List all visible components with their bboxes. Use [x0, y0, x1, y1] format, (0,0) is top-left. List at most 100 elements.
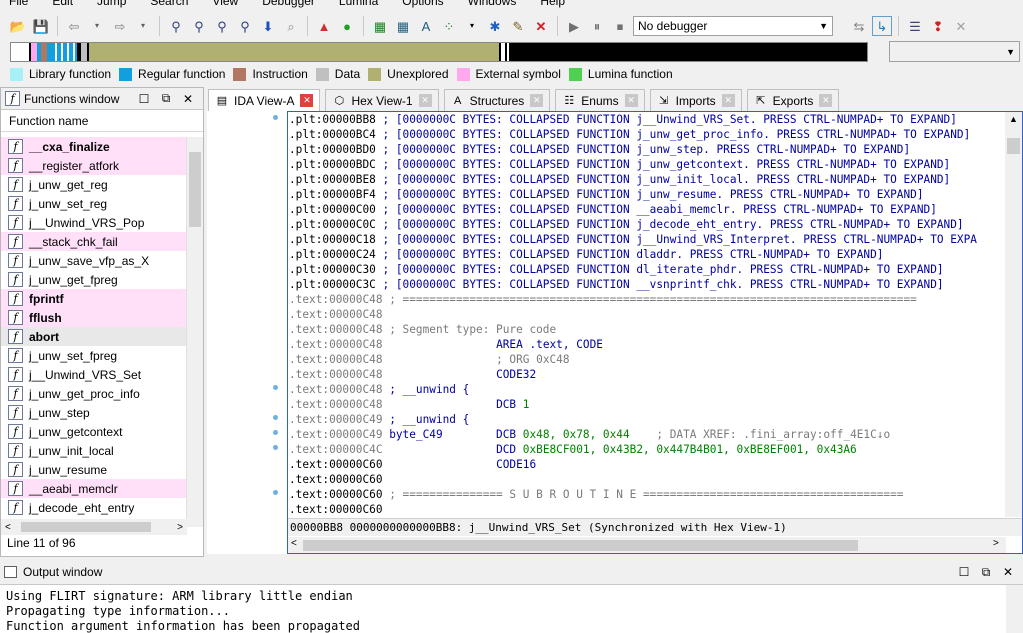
disassembly-line[interactable]: .plt:00000C30 ; [0000000C BYTES: COLLAPS… [289, 262, 1007, 277]
find-immediate-icon[interactable]: ⚲ [235, 16, 255, 36]
disassembly-line[interactable]: .plt:00000C18 ; [0000000C BYTES: COLLAPS… [289, 232, 1007, 247]
scroll-left-icon[interactable]: < [5, 522, 11, 533]
tab-enums[interactable]: ☷ Enums ✕ [555, 89, 645, 111]
disassembly-line[interactable]: .plt:00000BB8 ; [0000000C BYTES: COLLAPS… [289, 112, 1007, 127]
scroll-up-icon[interactable]: ▲ [1009, 114, 1018, 124]
tab-ida-view-a[interactable]: ▤ IDA View-A ✕ [208, 89, 321, 111]
disassembly-line[interactable]: .plt:00000BF4 ; [0000000C BYTES: COLLAPS… [289, 187, 1007, 202]
function-list-item[interactable]: f __register_atfork [1, 156, 187, 175]
disassembly-line[interactable]: .plt:00000BC4 ; [0000000C BYTES: COLLAPS… [289, 127, 1007, 142]
play-icon[interactable]: ▶ [564, 16, 584, 36]
pause-icon[interactable]: ⏸ [587, 16, 607, 36]
graph-triangle-icon[interactable]: ▲ [314, 16, 334, 36]
disassembly-line[interactable]: .text:00000C48 CODE32 [289, 367, 1007, 382]
back-dropdown-icon[interactable]: ▾ [87, 16, 107, 36]
minimize-icon[interactable]: ☐ [953, 565, 975, 579]
function-list-item[interactable]: f __stack_chk_fail [1, 232, 187, 251]
functions-horizontal-scrollbar[interactable]: < > [1, 519, 187, 535]
functions-vertical-scrollbar[interactable] [186, 137, 203, 527]
tab-structures[interactable]: A Structures ✕ [443, 89, 551, 111]
function-list-item[interactable]: f j_unw_resume [1, 460, 187, 479]
disassembly-line[interactable]: .plt:00000BD0 ; [0000000C BYTES: COLLAPS… [289, 142, 1007, 157]
float-window-icon[interactable]: ⧉ [155, 91, 177, 106]
menu-item-file[interactable]: File [9, 0, 28, 9]
stop-icon[interactable]: ⏹ [610, 16, 630, 36]
editor-horizontal-scrollbar[interactable]: < > [288, 537, 1006, 553]
disassembly-line[interactable]: .plt:00000C0C ; [0000000C BYTES: COLLAPS… [289, 217, 1007, 232]
close-icon[interactable]: ✕ [997, 565, 1019, 579]
disassembly-line[interactable]: .text:00000C48 ; __unwind { [289, 382, 1007, 397]
scrollbar-thumb[interactable] [189, 152, 201, 227]
tab-hex-view-1[interactable]: ⬡ Hex View-1 ✕ [325, 89, 439, 111]
breakpoint-list-icon[interactable]: ☰ [905, 16, 925, 36]
output-window[interactable]: Using FLIRT signature: ARM library littl… [0, 584, 1023, 633]
open-folder-icon[interactable]: 📂 [8, 16, 28, 36]
function-list-item[interactable]: f j__Unwind_VRS_Pop [1, 213, 187, 232]
add-breakpoint-icon[interactable]: ❢ [928, 16, 948, 36]
disassembly-line[interactable]: .plt:00000C3C ; [0000000C BYTES: COLLAPS… [289, 277, 1007, 292]
function-list-item[interactable]: f j_unw_get_reg [1, 175, 187, 194]
close-tab-icon[interactable]: ✕ [300, 94, 314, 107]
disassembly-line[interactable]: .text:00000C60 CODE16 [289, 457, 1007, 472]
remove-breakpoint-icon[interactable]: ✕ [951, 16, 971, 36]
function-list-item[interactable]: f j_unw_init_local [1, 441, 187, 460]
disassembly-line[interactable]: .text:00000C4C DCD 0xBE8CF001, 0x43B2, 0… [289, 442, 1007, 457]
save-icon[interactable]: 💾 [31, 16, 51, 36]
menu-item-lumina[interactable]: Lumina [339, 0, 378, 9]
function-list-item[interactable]: f j_unw_get_proc_info [1, 384, 187, 403]
close-icon[interactable]: ✕ [177, 92, 199, 106]
make-ascii-icon[interactable]: A [416, 16, 436, 36]
function-list-item[interactable]: f j_unw_save_vfp_as_X [1, 251, 187, 270]
functions-list[interactable]: f __cxa_finalize f __register_atfork f j_unw_… [1, 137, 187, 527]
step-into-icon[interactable]: ↳ [872, 16, 892, 36]
function-list-item[interactable]: f fflush [1, 308, 187, 327]
menu-item-jump[interactable]: Jump [97, 0, 126, 9]
forward-arrow-icon[interactable]: ⇨ [110, 16, 130, 36]
find-binary-icon[interactable]: ⚲ [189, 16, 209, 36]
function-list-item[interactable]: f abort [1, 327, 187, 346]
hide-icon[interactable]: ⌕ [281, 16, 301, 36]
navigation-band-dropdown[interactable]: ▼ [889, 41, 1020, 62]
function-list-item[interactable]: f j_unw_set_fpreg [1, 346, 187, 365]
forward-dropdown-icon[interactable]: ▾ [133, 16, 153, 36]
close-tab-icon[interactable]: ✕ [721, 94, 735, 107]
minimize-icon[interactable]: ☐ [133, 92, 155, 106]
menu-item-edit[interactable]: Edit [52, 0, 73, 9]
function-list-item[interactable]: f j__Unwind_VRS_Set [1, 365, 187, 384]
disassembly-line[interactable]: .text:00000C60 ; =============== S U B R… [289, 487, 1007, 502]
close-tab-icon[interactable]: ✕ [418, 94, 432, 107]
make-code-icon[interactable]: ▦ [370, 16, 390, 36]
editor-vertical-scrollbar[interactable]: ▲ [1005, 112, 1022, 517]
menu-item-help[interactable]: Help [540, 0, 565, 9]
disassembly-line[interactable]: .text:00000C48 AREA .text, CODE [289, 337, 1007, 352]
disassembly-line[interactable]: .plt:00000BDC ; [0000000C BYTES: COLLAPS… [289, 157, 1007, 172]
green-circle-icon[interactable]: ● [337, 16, 357, 36]
disassembly-line[interactable]: .text:00000C49 ; __unwind { [289, 412, 1007, 427]
disassembly-listing[interactable]: .plt:00000BB8 ; [0000000C BYTES: COLLAPS… [289, 112, 1007, 517]
menu-item-windows[interactable]: Windows [468, 0, 517, 9]
output-vertical-scrollbar[interactable] [1006, 585, 1023, 633]
make-array-dropdown-icon[interactable]: ▾ [462, 16, 482, 36]
jump-down-icon[interactable]: ⬇ [258, 16, 278, 36]
scroll-right-icon[interactable]: > [993, 538, 999, 549]
scrollbar-thumb[interactable] [21, 522, 151, 532]
cross-icon[interactable]: ✱ [485, 16, 505, 36]
navigation-band[interactable] [10, 42, 868, 62]
disassembly-line[interactable]: .text:00000C48 ; ORG 0xC48 [289, 352, 1007, 367]
disassembly-line[interactable]: .text:00000C49 byte_C49 DCB 0x48, 0x78, … [289, 427, 1007, 442]
disassembly-line[interactable]: .text:00000C48 ; =======================… [289, 292, 1007, 307]
function-list-item[interactable]: f fprintf [1, 289, 187, 308]
edit-function-icon[interactable]: ✎ [508, 16, 528, 36]
function-list-item[interactable]: f j_unw_set_reg [1, 194, 187, 213]
function-list-item[interactable]: f j_decode_eht_entry [1, 498, 187, 517]
close-tab-icon[interactable]: ✕ [819, 94, 833, 107]
menu-item-debugger[interactable]: Debugger [262, 0, 315, 9]
close-tab-icon[interactable]: ✕ [530, 94, 544, 107]
tab-exports[interactable]: ⇱ Exports ✕ [746, 89, 840, 111]
disassembly-line[interactable]: .text:00000C48 [289, 307, 1007, 322]
debugger-select[interactable]: No debugger ▼ [633, 16, 833, 36]
disassembly-line[interactable]: .text:00000C60 [289, 472, 1007, 487]
disassembly-line[interactable]: .plt:00000BE8 ; [0000000C BYTES: COLLAPS… [289, 172, 1007, 187]
back-arrow-icon[interactable]: ⇦ [64, 16, 84, 36]
function-name-column-header[interactable]: Function name [1, 110, 203, 132]
